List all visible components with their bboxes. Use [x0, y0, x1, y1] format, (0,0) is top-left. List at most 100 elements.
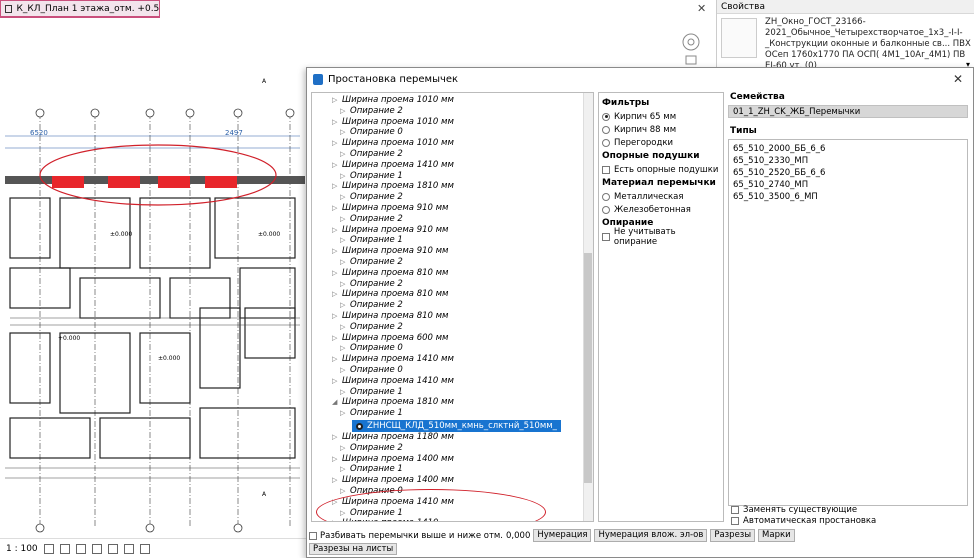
tree-node-support[interactable]: ▷ Опирание 0: [340, 365, 403, 376]
material-metal[interactable]: Металлическая: [602, 190, 720, 203]
collapsed-arrow-icon[interactable]: ▷: [340, 106, 350, 117]
scale-label[interactable]: 1 : 100: [6, 544, 38, 554]
list-item[interactable]: 65_510_2520_ББ_6_6: [733, 167, 963, 179]
tree-node-support[interactable]: ▷ Опирание 2: [340, 322, 403, 333]
type-selector[interactable]: ZH_Окно_ГОСТ_23166-2021_Обычное_Четырехс…: [765, 17, 973, 72]
material-concrete[interactable]: Железобетонная: [602, 203, 720, 216]
tree-node-support[interactable]: ▷ Опирание 2: [340, 443, 403, 454]
close-icon[interactable]: ✕: [953, 72, 963, 86]
support-checkbox[interactable]: Не учитывать опирание: [602, 227, 720, 247]
tree-node-width[interactable]: ▷ Ширина проема 1410 мм: [332, 160, 454, 171]
collapsed-arrow-icon[interactable]: ▷: [340, 257, 350, 268]
tree-node-width[interactable]: ▷ Ширина проема 1010 мм: [332, 138, 454, 149]
sections-button[interactable]: Разрезы: [710, 529, 756, 542]
collapsed-arrow-icon[interactable]: ▷: [340, 235, 350, 246]
collapsed-arrow-icon[interactable]: ▷: [332, 246, 342, 257]
family-select[interactable]: 01_1_ZH_CK_ЖБ_Перемычки: [728, 105, 968, 118]
openings-tree[interactable]: ▷ Ширина проема 1010 мм ▷ Опирание 2 ▷ Ширина…: [311, 92, 594, 522]
tree-node-width[interactable]: ▷ Ширина проема 1180 мм: [332, 432, 454, 443]
collapsed-arrow-icon[interactable]: ▷: [340, 300, 350, 311]
collapsed-arrow-icon[interactable]: ▷: [332, 138, 342, 149]
radio-button[interactable]: [602, 125, 610, 134]
tree-node-support[interactable]: ▷ Опирание 1: [340, 464, 403, 475]
collapsed-arrow-icon[interactable]: ▷: [332, 95, 342, 106]
collapsed-arrow-icon[interactable]: ▷: [340, 443, 350, 454]
filter-brick-65[interactable]: Кирпич 65 мм: [602, 110, 720, 123]
replace-existing-checkbox[interactable]: Заменять существующие: [731, 504, 876, 515]
visual-style-icon[interactable]: [59, 543, 70, 554]
reveal-icon[interactable]: [139, 543, 150, 554]
tree-node-support[interactable]: ▷ Опирание 2: [340, 192, 403, 203]
tree-node-support[interactable]: ▷ Опирание 1: [340, 408, 403, 419]
list-item[interactable]: 65_510_2000_ББ_6_6: [733, 143, 963, 155]
collapsed-arrow-icon[interactable]: ▷: [332, 268, 342, 279]
list-item[interactable]: 65_510_2330_МП: [733, 155, 963, 167]
filter-brick-88[interactable]: Кирпич 88 мм: [602, 123, 720, 136]
numbering-button[interactable]: Нумерация: [533, 529, 592, 542]
tree-node-width[interactable]: ▷ Ширина проема 1010 мм: [332, 95, 454, 106]
tree-node-width[interactable]: ▷ Ширина проема 1400 мм: [332, 475, 454, 486]
collapsed-arrow-icon[interactable]: ▷: [332, 454, 342, 465]
tree-node-support[interactable]: ▷ Опирание 0: [340, 127, 403, 138]
auto-place-checkbox[interactable]: Автоматическая простановка: [731, 515, 876, 526]
tree-scrollbar[interactable]: [583, 93, 593, 521]
scrollbar-thumb[interactable]: [584, 253, 592, 483]
radio-button[interactable]: [602, 112, 610, 121]
tree-node-width[interactable]: ▷ Ширина проема 910 мм: [332, 246, 448, 257]
collapsed-arrow-icon[interactable]: ▷: [340, 127, 350, 138]
collapsed-arrow-icon[interactable]: ▷: [340, 343, 350, 354]
checkbox[interactable]: [731, 505, 739, 514]
collapsed-arrow-icon[interactable]: ▷: [332, 354, 342, 365]
collapsed-arrow-icon[interactable]: ▷: [332, 376, 342, 387]
checkbox[interactable]: [731, 516, 739, 525]
collapsed-arrow-icon[interactable]: ▷: [332, 181, 342, 192]
collapsed-arrow-icon[interactable]: ▷: [340, 149, 350, 160]
tree-node-width[interactable]: ▷ Ширина проема 1010 мм: [332, 117, 454, 128]
tree-leaf-selected[interactable]: ZHНСЩ_КЛД_510мм_кмнь_слктнй_510мм_: [352, 420, 561, 432]
collapsed-arrow-icon[interactable]: ▷: [340, 171, 350, 182]
tree-node-support[interactable]: ▷ Опирание 1: [340, 235, 403, 246]
pads-checkbox[interactable]: Есть опорные подушки: [602, 163, 720, 176]
crop-icon[interactable]: [107, 543, 118, 554]
shadows-icon[interactable]: [91, 543, 102, 554]
tree-node-width[interactable]: ▷ Ширина проема 1410 мм: [332, 376, 454, 387]
collapsed-arrow-icon[interactable]: ▷: [340, 322, 350, 333]
view-tab[interactable]: К_КЛ_План 1 этажа_отм. +0.50...: [0, 0, 160, 18]
dialog-titlebar[interactable]: Простановка перемычек: [307, 68, 973, 90]
sun-path-icon[interactable]: [75, 543, 86, 554]
list-item[interactable]: 65_510_2740_МП: [733, 179, 963, 191]
collapsed-arrow-icon[interactable]: ▷: [340, 464, 350, 475]
split-checkbox[interactable]: [309, 531, 317, 540]
tree-node-width[interactable]: ▷ Ширина проема 1810 мм: [332, 181, 454, 192]
list-item[interactable]: 65_510_3500_6_МП: [733, 191, 963, 203]
tree-node-width[interactable]: ▷ Ширина проема 1410 мм: [332, 354, 454, 365]
split-value[interactable]: 0,000: [506, 531, 530, 541]
collapsed-arrow-icon[interactable]: ▷: [332, 333, 342, 344]
tree-node-width[interactable]: ▷ Ширина проема 810 мм: [332, 289, 448, 300]
tree-node-width[interactable]: ▷ Ширина проема 1400 мм: [332, 454, 454, 465]
tree-node-support[interactable]: ▷ Опирание 2: [340, 279, 403, 290]
detail-level-icon[interactable]: [43, 543, 54, 554]
collapsed-arrow-icon[interactable]: ▷: [332, 160, 342, 171]
collapsed-arrow-icon[interactable]: ▷: [332, 475, 342, 486]
close-icon[interactable]: ✕: [697, 2, 706, 15]
collapsed-arrow-icon[interactable]: ▷: [340, 214, 350, 225]
checkbox[interactable]: [602, 165, 610, 174]
tree-node-support[interactable]: ▷ Опирание 2: [340, 106, 403, 117]
collapsed-arrow-icon[interactable]: ▷: [340, 279, 350, 290]
collapsed-arrow-icon[interactable]: ▷: [340, 365, 350, 376]
filter-partitions[interactable]: Перегородки: [602, 136, 720, 149]
collapsed-arrow-icon[interactable]: ▷: [332, 289, 342, 300]
tree-node-support[interactable]: ▷ Опирание 2: [340, 300, 403, 311]
tree-node-support[interactable]: ▷ Опирание 0: [340, 343, 403, 354]
collapsed-arrow-icon[interactable]: ▷: [332, 432, 342, 443]
marks-button[interactable]: Марки: [758, 529, 795, 542]
tree-node-width[interactable]: ▷ Ширина проема 910 мм: [332, 225, 448, 236]
collapsed-arrow-icon[interactable]: ▷: [332, 311, 342, 322]
hide-isolate-icon[interactable]: [123, 543, 134, 554]
collapsed-arrow-icon[interactable]: ▷: [340, 387, 350, 398]
tree-node-support[interactable]: ▷ Опирание 2: [340, 214, 403, 225]
tree-node-width[interactable]: ▷ Ширина проема 910 мм: [332, 203, 448, 214]
tree-node-support[interactable]: ▷ Опирание 2: [340, 149, 403, 160]
tree-node-width[interactable]: ▷ Ширина проема 600 мм: [332, 333, 448, 344]
